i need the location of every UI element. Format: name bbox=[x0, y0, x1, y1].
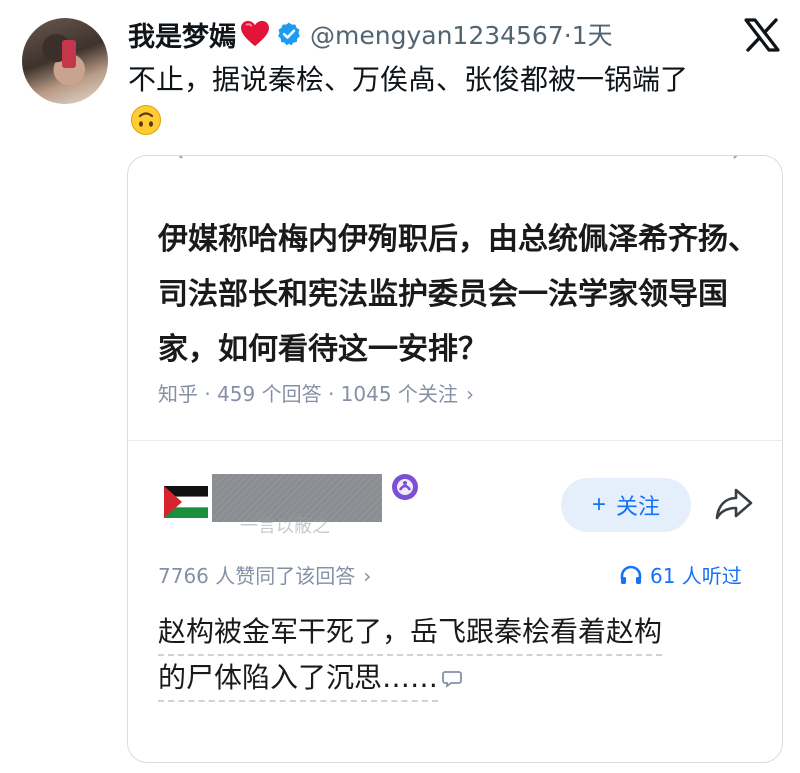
share-arrow-icon[interactable] bbox=[714, 486, 754, 522]
cropped-top-edge bbox=[178, 156, 738, 159]
vote-count[interactable]: 7766 人赞同了该回答 › bbox=[158, 560, 371, 589]
red-heart-icon bbox=[241, 20, 269, 47]
author-badge-icon bbox=[392, 474, 418, 500]
author-signature: 一言以蔽之 bbox=[240, 516, 330, 537]
listen-count[interactable]: 61 人听过 bbox=[620, 560, 742, 589]
follow-label: 关注 bbox=[616, 494, 661, 519]
chevron-right-icon: › bbox=[465, 382, 474, 406]
follow-button[interactable]: + 关注 bbox=[561, 478, 691, 532]
upside-down-face-icon bbox=[131, 105, 161, 135]
vote-count-text: 7766 人赞同了该回答 bbox=[158, 564, 356, 588]
answer-line: 赵构被金军干死了，岳飞跟秦桧看着赵构 bbox=[158, 610, 663, 656]
display-name[interactable]: 我是梦嫣 bbox=[128, 15, 236, 54]
headphones-icon bbox=[620, 565, 642, 584]
zhihu-screenshot-card[interactable]: 伊媒称哈梅内伊殉职后，由总统佩泽希齐扬、司法部长和宪法监护委员会一法学家领导国家… bbox=[127, 155, 783, 763]
comment-bubble-icon[interactable] bbox=[442, 670, 462, 688]
x-logo-icon[interactable] bbox=[744, 18, 780, 52]
tweet-text: 不止，据说秦桧、万俟卨、张俊都被一锅端了 bbox=[128, 63, 689, 96]
listen-count-text: 61 人听过 bbox=[650, 564, 742, 588]
chevron-right-icon: › bbox=[363, 564, 372, 588]
user-avatar[interactable] bbox=[22, 18, 108, 104]
question-meta-text: 知乎 · 459 个回答 · 1045 个关注 bbox=[158, 382, 458, 406]
verified-badge-icon bbox=[278, 22, 300, 46]
divider bbox=[128, 440, 782, 441]
answer-excerpt[interactable]: 赵构被金军干死了，岳飞跟秦桧看着赵构 的尸体陷入了沉思…… bbox=[158, 610, 758, 702]
question-meta[interactable]: 知乎 · 459 个回答 · 1045 个关注 › bbox=[158, 378, 474, 407]
question-title[interactable]: 伊媒称哈梅内伊殉职后，由总统佩泽希齐扬、司法部长和宪法监护委员会一法学家领导国家… bbox=[158, 212, 768, 377]
answer-line: 的尸体陷入了沉思…… bbox=[158, 656, 439, 702]
plus-icon: + bbox=[591, 491, 606, 518]
tweet-header: 我是梦嫣 @mengyan1234567·1天 bbox=[128, 14, 613, 54]
handle-and-time[interactable]: @mengyan1234567·1天 bbox=[310, 16, 613, 52]
palestine-flag-icon bbox=[164, 486, 208, 518]
